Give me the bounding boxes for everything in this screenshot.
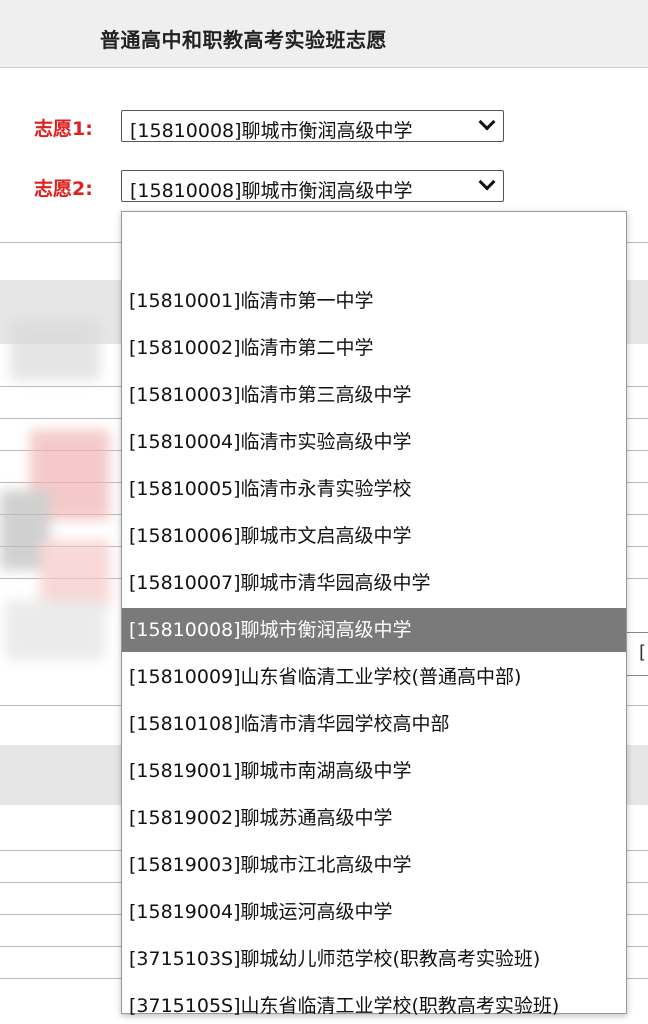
chevron-down-icon: [478, 173, 496, 191]
dropdown-option[interactable]: [15819001]聊城市南湖高级中学: [122, 749, 626, 793]
choice-2-select[interactable]: [15810008]聊城市衡润高级中学: [121, 170, 504, 202]
dropdown-option[interactable]: [15819002]聊城苏通高级中学: [122, 796, 626, 840]
dropdown-option[interactable]: [15810009]山东省临清工业学校(普通高中部): [122, 655, 626, 699]
choice-1-value: [15810008]聊城市衡润高级中学: [130, 120, 413, 142]
header-bar: 普通高中和职教高考实验班志愿: [0, 0, 648, 68]
dropdown-option[interactable]: [15810002]临清市第二中学: [122, 326, 626, 370]
page-title: 普通高中和职教高考实验班志愿: [100, 28, 387, 52]
dropdown-option[interactable]: [3715103S]聊城幼儿师范学校(职教高考实验班): [122, 937, 626, 981]
dropdown-option-empty[interactable]: [122, 212, 626, 260]
choice-2-dropdown-list[interactable]: [15810001]临清市第一中学 [15810002]临清市第二中学 [15810…: [121, 211, 627, 1017]
choice-1-label: 志愿1:: [34, 118, 93, 140]
choice-2-label: 志愿2:: [34, 178, 93, 200]
blurred-background-content: [0, 300, 120, 720]
dropdown-option[interactable]: [15810001]临清市第一中学: [122, 279, 626, 323]
dropdown-option[interactable]: [15819003]聊城市江北高级中学: [122, 843, 626, 887]
chevron-down-icon: [478, 113, 496, 131]
choice-2-value: [15810008]聊城市衡润高级中学: [130, 180, 413, 202]
partial-input-text: [: [639, 642, 647, 663]
dropdown-option[interactable]: [15810003]临清市第三高级中学: [122, 373, 626, 417]
dropdown-option[interactable]: [15810005]临清市永青实验学校: [122, 467, 626, 511]
dropdown-option[interactable]: [15810108]临清市清华园学校高中部: [122, 702, 626, 746]
dropdown-option[interactable]: [15810004]临清市实验高级中学: [122, 420, 626, 464]
dropdown-option[interactable]: [15810007]聊城市清华园高级中学: [122, 561, 626, 605]
dropdown-option[interactable]: [3715105S]山东省临清工业学校(职教高考实验班): [122, 984, 626, 1024]
partial-input-box[interactable]: [: [626, 632, 648, 676]
dropdown-option[interactable]: [15810006]聊城市文启高级中学: [122, 514, 626, 558]
dropdown-option[interactable]: [15810008]聊城市衡润高级中学: [122, 608, 626, 652]
dropdown-option[interactable]: [15819004]聊城运河高级中学: [122, 890, 626, 934]
choice-row-1: 志愿1: [15810008]聊城市衡润高级中学: [0, 110, 648, 144]
choice-1-select[interactable]: [15810008]聊城市衡润高级中学: [121, 110, 504, 142]
choice-row-2: 志愿2: [15810008]聊城市衡润高级中学: [0, 170, 648, 204]
